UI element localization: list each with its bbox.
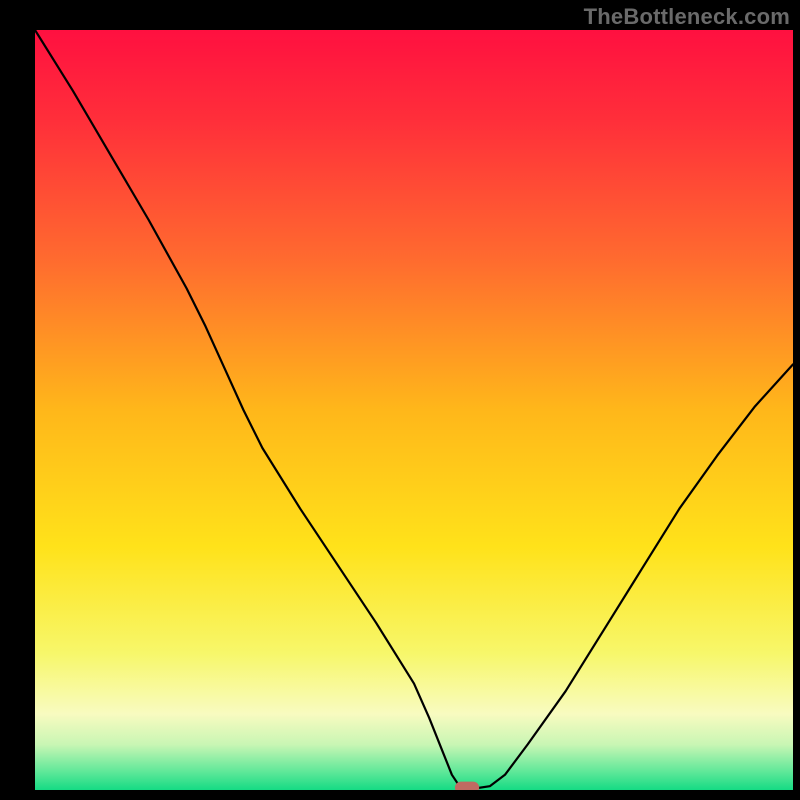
watermark-label: TheBottleneck.com [584,4,790,30]
plot-area [35,30,793,790]
minimum-marker [455,782,479,790]
plot-svg [35,30,793,790]
chart-frame: TheBottleneck.com [0,0,800,800]
gradient-background [35,30,793,790]
